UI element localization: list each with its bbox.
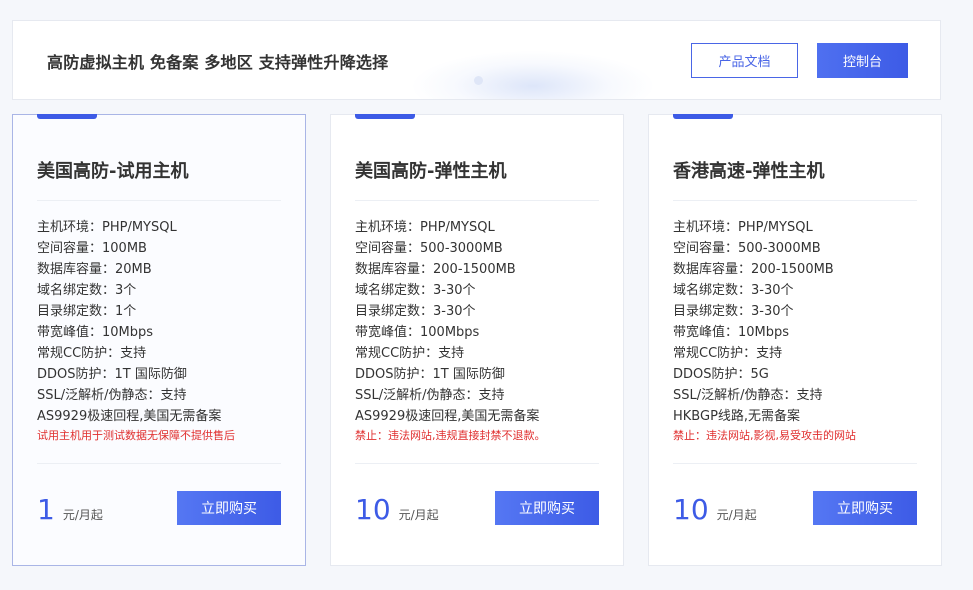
spec-item: 带宽峰值：10Mbps	[37, 325, 154, 340]
divider	[37, 200, 281, 201]
product-docs-button[interactable]: 产品文档	[691, 43, 798, 78]
plan-spec-list: 主机环境：PHP/MYSQL 空间容量：100MB 数据库容量：20MB 域名绑…	[37, 217, 221, 427]
spec-item: DDOS防护：1T 国际防御	[37, 367, 187, 382]
spec-item: 常规CC防护：支持	[673, 346, 783, 361]
page-header: 高防虚拟主机 免备案 多地区 支持弹性升降选择 产品文档 控制台	[12, 20, 941, 100]
buy-now-button[interactable]: 立即购买	[177, 491, 281, 525]
spec-item: AS9929极速回程,美国无需备案	[355, 409, 540, 424]
divider	[37, 463, 281, 464]
plan-price: 10 元/月起	[355, 493, 439, 526]
card-accent-tab	[37, 114, 97, 119]
divider	[355, 200, 599, 201]
price-unit: 元/月起	[398, 508, 439, 522]
spec-item: DDOS防护：1T 国际防御	[355, 367, 505, 382]
plan-warning-note: 禁止：违法网站,影视,易受攻击的网站	[673, 429, 856, 442]
price-amount: 1	[37, 493, 55, 526]
spec-item: 主机环境：PHP/MYSQL	[673, 220, 813, 235]
spec-item: 空间容量：100MB	[37, 241, 147, 256]
plan-price: 10 元/月起	[673, 493, 757, 526]
divider	[355, 463, 599, 464]
spec-item: 数据库容量：200-1500MB	[355, 262, 516, 277]
spec-item: 域名绑定数：3-30个	[355, 283, 476, 298]
plan-warning-note: 禁止：违法网站,违规直接封禁不退款。	[355, 429, 546, 442]
spec-item: SSL/泛解析/伪静态：支持	[355, 388, 505, 403]
spec-item: DDOS防护：5G	[673, 367, 769, 382]
price-unit: 元/月起	[62, 508, 103, 522]
spec-item: 域名绑定数：3-30个	[673, 283, 794, 298]
spec-item: 目录绑定数：3-30个	[355, 304, 476, 319]
price-unit: 元/月起	[716, 508, 757, 522]
spec-item: 带宽峰值：10Mbps	[673, 325, 790, 340]
plan-spec-list: 主机环境：PHP/MYSQL 空间容量：500-3000MB 数据库容量：200…	[355, 217, 539, 427]
price-amount: 10	[673, 493, 709, 526]
spec-item: SSL/泛解析/伪静态：支持	[37, 388, 187, 403]
spec-item: 空间容量：500-3000MB	[673, 241, 821, 256]
plan-price: 1 元/月起	[37, 493, 103, 526]
plan-title: 美国高防-弹性主机	[355, 161, 507, 182]
price-amount: 10	[355, 493, 391, 526]
spec-item: AS9929极速回程,美国无需备案	[37, 409, 222, 424]
divider	[673, 463, 917, 464]
plan-card-us-trial: 美国高防-试用主机 主机环境：PHP/MYSQL 空间容量：100MB 数据库容…	[12, 114, 306, 566]
spec-item: 目录绑定数：3-30个	[673, 304, 794, 319]
spec-item: 主机环境：PHP/MYSQL	[37, 220, 177, 235]
divider	[673, 200, 917, 201]
header-dot-decoration	[474, 76, 483, 85]
plan-title: 香港高速-弹性主机	[673, 161, 825, 182]
card-accent-tab	[355, 114, 415, 119]
buy-now-button[interactable]: 立即购买	[813, 491, 917, 525]
plan-warning-note: 试用主机用于测试数据无保障不提供售后	[37, 429, 235, 442]
card-accent-tab	[673, 114, 733, 119]
plan-spec-list: 主机环境：PHP/MYSQL 空间容量：500-3000MB 数据库容量：200…	[673, 217, 834, 427]
console-button[interactable]: 控制台	[817, 43, 908, 78]
page-title: 高防虚拟主机 免备案 多地区 支持弹性升降选择	[47, 53, 389, 72]
spec-item: 空间容量：500-3000MB	[355, 241, 503, 256]
spec-item: HKBGP线路,无需备案	[673, 409, 801, 424]
plan-card-us-elastic: 美国高防-弹性主机 主机环境：PHP/MYSQL 空间容量：500-3000MB…	[330, 114, 624, 566]
plan-title: 美国高防-试用主机	[37, 161, 189, 182]
buy-now-button[interactable]: 立即购买	[495, 491, 599, 525]
spec-item: 数据库容量：20MB	[37, 262, 152, 277]
spec-item: 目录绑定数：1个	[37, 304, 137, 319]
spec-item: 带宽峰值：100Mbps	[355, 325, 480, 340]
spec-item: SSL/泛解析/伪静态：支持	[673, 388, 823, 403]
plan-card-hk-elastic: 香港高速-弹性主机 主机环境：PHP/MYSQL 空间容量：500-3000MB…	[648, 114, 942, 566]
spec-item: 主机环境：PHP/MYSQL	[355, 220, 495, 235]
spec-item: 常规CC防护：支持	[355, 346, 465, 361]
spec-item: 域名绑定数：3个	[37, 283, 137, 298]
spec-item: 常规CC防护：支持	[37, 346, 147, 361]
spec-item: 数据库容量：200-1500MB	[673, 262, 834, 277]
header-glow-decoration	[413, 51, 653, 99]
